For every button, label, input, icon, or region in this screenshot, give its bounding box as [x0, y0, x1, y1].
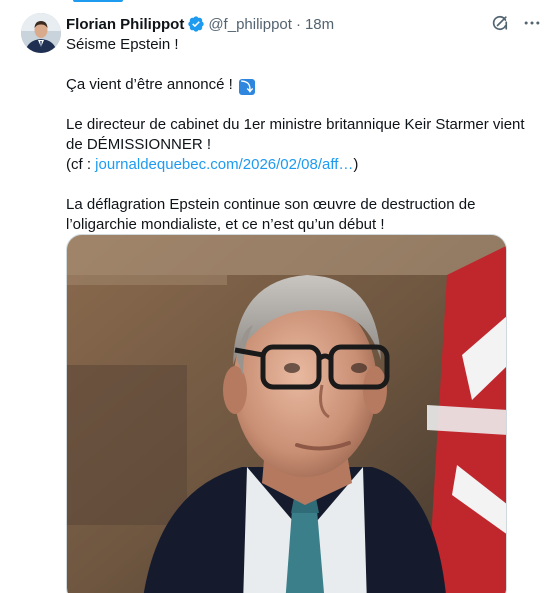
author-handle[interactable]: @f_philippot	[208, 16, 292, 33]
tweet-line: Séisme Epstein !	[66, 36, 179, 53]
verified-badge-icon[interactable]	[187, 15, 205, 33]
more-icon[interactable]	[521, 12, 543, 34]
author-name[interactable]: Florian Philippot	[66, 16, 184, 33]
tweet-line: Le directeur de cabinet du 1er ministre …	[66, 116, 525, 153]
article-link[interactable]: journaldequebec.com/2026/02/08/aff…	[95, 156, 353, 173]
avatar[interactable]	[21, 13, 61, 53]
tweet-line: Ça vient d’être annoncé ! ⤵	[66, 75, 536, 95]
tweet[interactable]: Florian Philippot @f_philippot · 18m Séi…	[0, 0, 555, 593]
citation-prefix: (cf :	[66, 156, 96, 173]
tweet-header: Florian Philippot @f_philippot · 18m	[66, 13, 334, 35]
tweet-line: (cf : journaldequebec.com/2026/02/08/aff…	[66, 155, 536, 175]
tweet-actions	[489, 12, 543, 34]
arrow-down-emoji-icon: ⤵	[238, 79, 255, 95]
tweet-photo[interactable]	[66, 234, 507, 593]
tweet-text: Séisme Epstein ! Ça vient d’être annoncé…	[66, 35, 536, 235]
tweet-line: La déflagration Epstein continue son œuv…	[66, 196, 476, 233]
grok-icon[interactable]	[489, 12, 511, 34]
timestamp[interactable]: 18m	[305, 16, 334, 33]
tweet-line-text: Ça vient d’être annoncé !	[66, 76, 237, 93]
citation-suffix: )	[353, 156, 359, 173]
separator: ·	[295, 15, 301, 33]
